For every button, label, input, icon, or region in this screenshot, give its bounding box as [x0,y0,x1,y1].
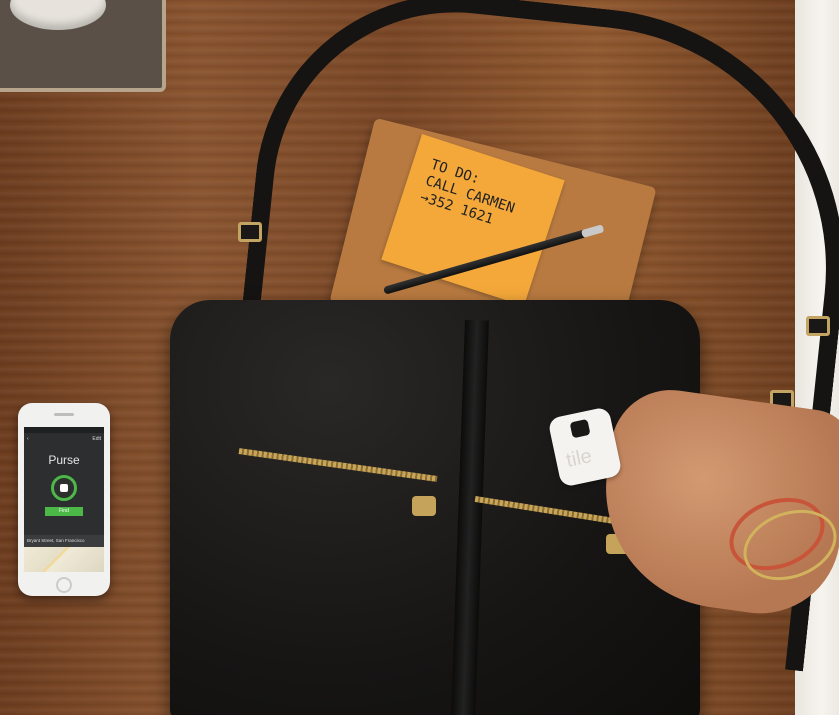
phone-screen: ‹ Edit Purse Find Bryant Street, San Fra… [24,427,104,572]
app-navbar: ‹ Edit [24,435,104,445]
tile-status-icon [51,475,77,501]
tile-logo: tile [564,445,594,472]
zipper-pull-left [412,496,436,516]
item-title: Purse [48,453,80,467]
home-button[interactable] [56,577,72,593]
location-label: Bryant Street, San Francisco [24,535,104,547]
back-button[interactable]: ‹ [27,436,29,442]
edit-button[interactable]: Edit [92,436,101,442]
map-thumbnail[interactable] [24,547,104,572]
smartphone: ‹ Edit Purse Find Bryant Street, San Fra… [18,403,110,596]
phone-speaker [54,413,74,416]
find-button[interactable]: Find [45,507,83,516]
strap-buckle-right [806,316,830,336]
tile-keyring-hole [569,418,591,439]
photo-scene: TO DO: CALL CARMEN →352 1621 tile ‹ Edit… [0,0,839,715]
strap-buckle-left [238,222,262,242]
status-bar [24,427,104,433]
